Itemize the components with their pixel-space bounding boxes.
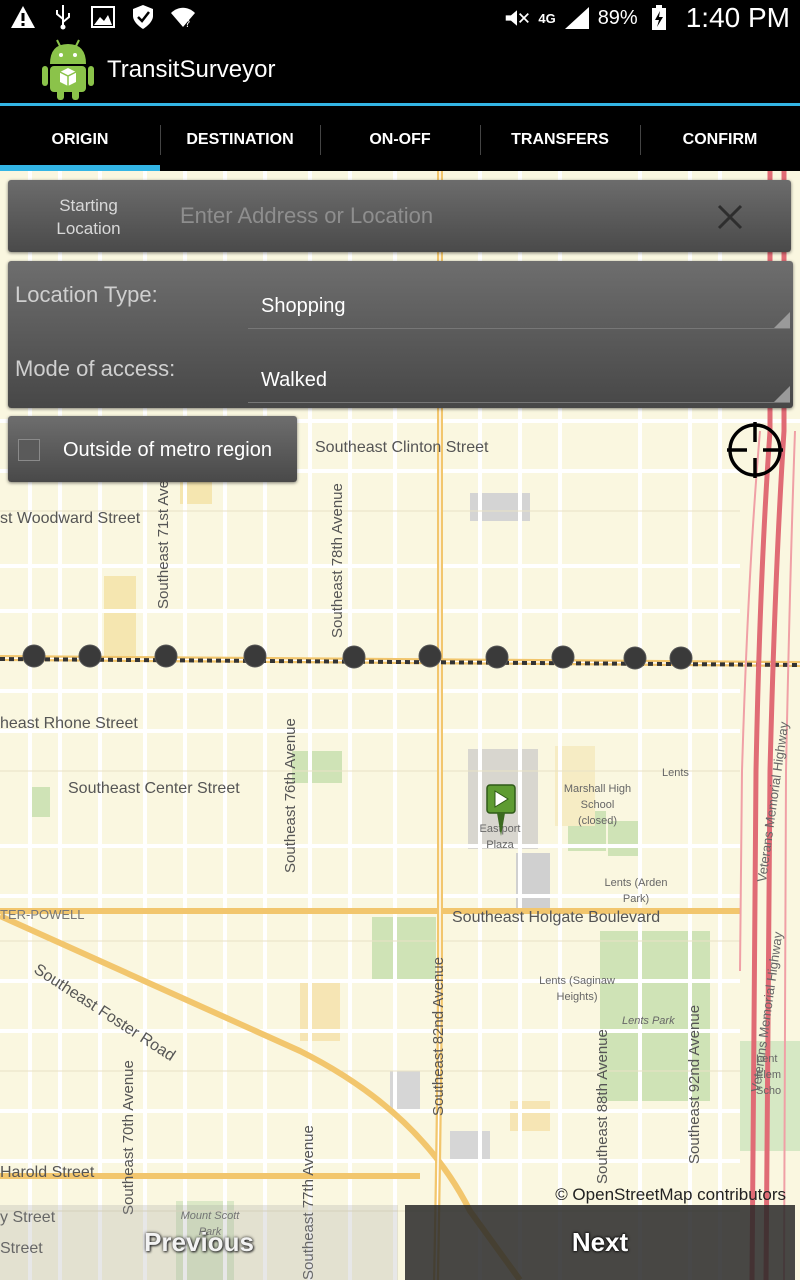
map-label-holgate: Southeast Holgate Boulevard	[452, 909, 661, 926]
map-attribution: © OpenStreetMap contributors	[555, 1185, 786, 1204]
map-label-lent-elem: Lent Elem Scho	[756, 1053, 782, 1097]
usb-icon	[50, 4, 76, 30]
outside-metro-toggle[interactable]: Outside of metro region	[8, 416, 297, 482]
tab-label: CONFIRM	[682, 131, 758, 148]
warning-icon	[10, 4, 36, 30]
battery-percent: 89%	[597, 6, 638, 29]
address-input[interactable]	[172, 194, 692, 238]
dropdown-arrow-icon	[774, 312, 790, 328]
tab-bar: ORIGIN DESTINATION ON-OFF TRANSFERS CONF…	[0, 109, 800, 171]
clock: 1:40 PM	[685, 2, 790, 33]
app-logo-icon	[42, 39, 94, 100]
map-label-woodward: st Woodward Street	[0, 510, 141, 527]
mode-of-access-label: Mode of access:	[15, 356, 176, 381]
location-type-value: Shopping	[261, 295, 346, 317]
map-label-lents: Lents	[662, 767, 689, 779]
tab-transfers[interactable]: TRANSFERS	[480, 109, 640, 171]
app-title: TransitSurveyor	[107, 56, 276, 83]
starting-location-bar: Starting Location	[8, 180, 791, 252]
battery-charging-icon	[646, 5, 672, 31]
map-label-se88: Southeast 88th Avenue	[594, 1029, 611, 1184]
map-label-rhone: heast Rhone Street	[0, 715, 138, 732]
clear-icon[interactable]	[713, 200, 747, 234]
map-label-lents-saginaw: Lents (Saginaw Heights)	[539, 975, 615, 1003]
tab-label: ORIGIN	[51, 131, 109, 148]
mode-of-access-spinner[interactable]: Walked	[248, 357, 790, 403]
tab-on-off[interactable]: ON-OFF	[320, 109, 480, 171]
mute-icon	[504, 5, 530, 31]
starting-location-label: Starting Location	[36, 194, 141, 240]
outside-metro-label: Outside of metro region	[63, 439, 272, 461]
map-label-marshall: Marshall High School (closed)	[563, 783, 632, 827]
map-label-se78: Southeast 78th Avenue	[329, 483, 346, 638]
previous-button[interactable]: Previous	[0, 1205, 398, 1280]
shield-icon	[130, 4, 156, 30]
map-label-powell: TER-POWELL	[0, 907, 85, 922]
tab-label: ON-OFF	[369, 131, 431, 148]
tab-label: TRANSFERS	[511, 131, 609, 148]
tab-confirm[interactable]: CONFIRM	[640, 109, 800, 171]
map-label-se82: Southeast 82nd Avenue	[430, 956, 447, 1116]
label-line: Starting	[59, 196, 118, 215]
map-label-clinton: Southeast Clinton Street	[315, 439, 489, 456]
outside-metro-checkbox[interactable]	[18, 439, 40, 461]
tab-destination[interactable]: DESTINATION	[160, 109, 320, 171]
map-label-harold: Harold Street	[0, 1164, 95, 1181]
my-location-crosshair-icon[interactable]	[727, 422, 783, 478]
map-label-lents-park: Lents Park	[622, 1015, 675, 1027]
svg-text:?: ?	[185, 19, 190, 28]
status-bar: ? 4G 89% 1:40 PM	[0, 0, 800, 34]
map-label-center: Southeast Center Street	[68, 780, 240, 797]
action-bar: TransitSurveyor	[0, 34, 800, 106]
tab-origin[interactable]: ORIGIN	[0, 109, 160, 171]
map-label-lents-arden: Lents (Arden Park)	[604, 877, 668, 905]
previous-button-label: Previous	[144, 1227, 254, 1257]
image-icon	[90, 4, 116, 30]
location-type-spinner[interactable]: Shopping	[248, 283, 790, 329]
next-button-label: Next	[571, 1227, 629, 1257]
map-label-se92: Southeast 92nd Avenue	[686, 1004, 703, 1164]
wifi-icon: ?	[170, 4, 196, 30]
tab-label: DESTINATION	[186, 131, 294, 148]
map-label-se76: Southeast 76th Avenue	[282, 718, 299, 873]
next-button[interactable]: Next	[405, 1205, 795, 1280]
dropdown-arrow-icon	[774, 386, 790, 402]
map-label-se70: Southeast 70th Avenue	[120, 1060, 137, 1215]
mode-of-access-value: Walked	[261, 369, 327, 391]
location-type-label: Location Type:	[15, 282, 158, 307]
signal-icon	[564, 5, 590, 31]
origin-marker-icon[interactable]	[486, 784, 516, 838]
location-details-panel: Location Type: Shopping Mode of access: …	[8, 261, 793, 408]
network-type: 4G	[538, 10, 556, 26]
label-line: Location	[56, 219, 121, 238]
